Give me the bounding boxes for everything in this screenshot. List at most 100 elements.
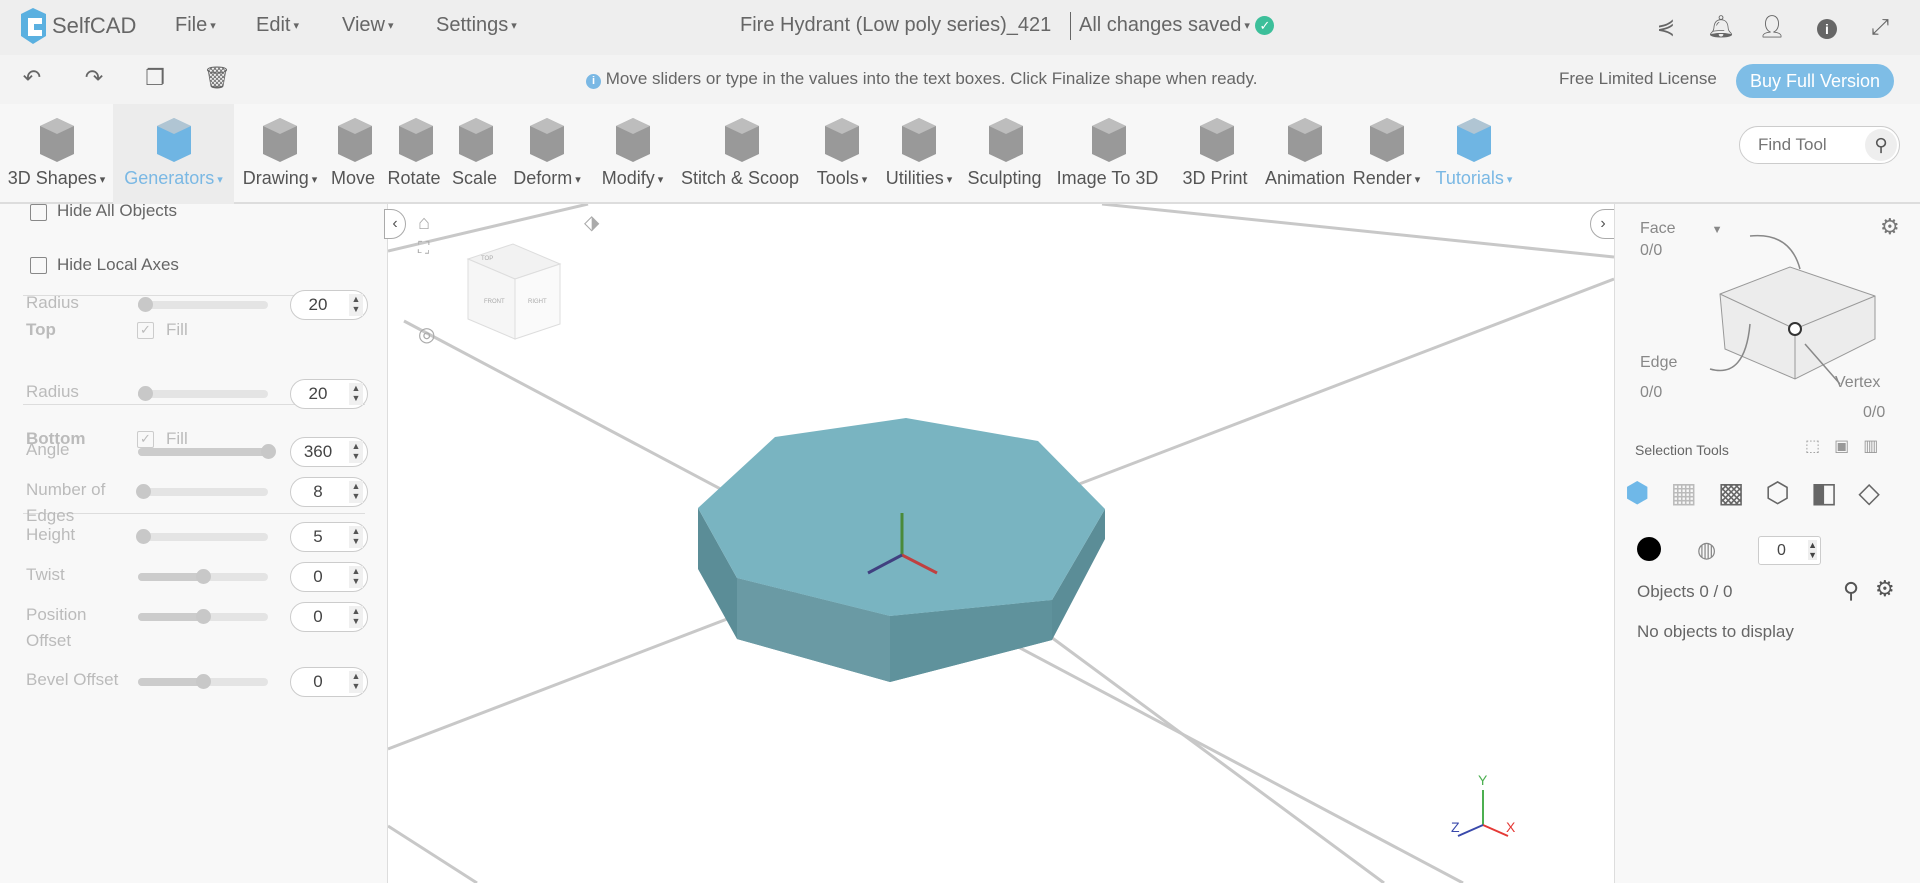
vertex-label[interactable]: Vertex bbox=[1835, 374, 1880, 392]
top-fill-checkbox[interactable]: ✓ bbox=[137, 322, 154, 339]
texture-sphere-icon[interactable]: ◍ bbox=[1697, 537, 1716, 563]
no-objects-message: No objects to display bbox=[1637, 622, 1794, 641]
face-count: 0/0 bbox=[1640, 242, 1663, 259]
param-slider[interactable] bbox=[136, 529, 268, 544]
edge-label[interactable]: Edge bbox=[1640, 354, 1677, 372]
home-view-icon[interactable]: ⌂ bbox=[418, 212, 430, 235]
param-input[interactable]: 0 ▲ ▼ bbox=[290, 562, 368, 592]
redo-icon[interactable]: ↷ bbox=[80, 65, 108, 93]
fit-view-icon[interactable]: ⛶ bbox=[418, 240, 429, 258]
param-slider[interactable] bbox=[137, 386, 268, 401]
slider-handle[interactable] bbox=[136, 529, 152, 544]
tool-sculpting[interactable]: Sculpting bbox=[962, 104, 1050, 204]
top-fill-label: Fill bbox=[166, 320, 188, 339]
select-half-cube-icon[interactable]: ◧ bbox=[1811, 476, 1837, 509]
menu-view[interactable]: View ▾ bbox=[342, 14, 394, 37]
menu-edit[interactable]: Edit ▾ bbox=[256, 14, 299, 37]
menu-settings[interactable]: Settings ▾ bbox=[436, 14, 517, 37]
slider-handle[interactable] bbox=[137, 297, 153, 312]
orbit-icon[interactable]: ◎ bbox=[418, 322, 435, 347]
fullscreen-icon[interactable]: ⤢ bbox=[1866, 14, 1894, 42]
search-objects-icon[interactable]: ⚲ bbox=[1843, 578, 1859, 604]
objects-settings-gear-icon[interactable]: ⚙ bbox=[1875, 576, 1895, 602]
param-value: 0 bbox=[313, 567, 323, 586]
selfcad-logo[interactable]: SelfCAD bbox=[18, 8, 136, 44]
select-plane-icon[interactable]: ◇ bbox=[1858, 476, 1880, 509]
param-input[interactable]: 5 ▲ ▼ bbox=[290, 522, 368, 552]
top-section-label: Top bbox=[26, 320, 56, 339]
copy-icon[interactable]: ❐ bbox=[141, 65, 169, 93]
tool-icon bbox=[1199, 118, 1234, 162]
slider-handle[interactable] bbox=[136, 484, 152, 499]
search-icon[interactable]: ⚲ bbox=[1865, 129, 1897, 161]
param-slider[interactable] bbox=[138, 569, 268, 584]
param-input[interactable]: 20 ▲ ▼ bbox=[290, 379, 368, 409]
tool-deform[interactable]: Deform ▾ bbox=[504, 104, 590, 204]
slider-handle[interactable] bbox=[261, 444, 276, 459]
find-tool-search[interactable]: ⚲ bbox=[1739, 126, 1900, 164]
delete-icon[interactable]: 🗑︎ bbox=[203, 65, 231, 93]
tool-rotate[interactable]: Rotate bbox=[383, 104, 448, 204]
tool-modify[interactable]: Modify ▾ bbox=[590, 104, 675, 204]
select-grid-icon[interactable]: ▦ bbox=[1670, 476, 1696, 509]
view-cube-right-label: RIGHT bbox=[528, 299, 547, 305]
hide-local-axes-checkbox[interactable] bbox=[30, 257, 47, 274]
edge-count: 0/0 bbox=[1640, 384, 1663, 401]
tool-3d-shapes[interactable]: 3D Shapes ▾ bbox=[0, 104, 113, 204]
selection-mode-icons[interactable]: ⬚▣▥ bbox=[1805, 436, 1892, 456]
tool-animation[interactable]: Animation bbox=[1265, 104, 1345, 204]
param-slider[interactable] bbox=[137, 297, 268, 312]
share-icon[interactable]: ⋞ bbox=[1652, 14, 1680, 42]
tool-label: Rotate bbox=[387, 168, 441, 188]
projection-icon[interactable]: ⬗ bbox=[584, 210, 599, 235]
tool-drawing[interactable]: Drawing ▾ bbox=[234, 104, 326, 204]
tool-image-to-3d[interactable]: Image To 3D bbox=[1050, 104, 1168, 204]
find-tool-input[interactable] bbox=[1758, 135, 1858, 155]
select-sphere-icon[interactable]: ⬡ bbox=[1765, 476, 1789, 509]
save-status[interactable]: All changes saved ▾ ✓ bbox=[1079, 14, 1275, 37]
param-slider[interactable] bbox=[136, 484, 268, 499]
tool-dropdown-caret: ▾ bbox=[657, 173, 664, 186]
param-slider[interactable] bbox=[138, 444, 276, 459]
tool-tools[interactable]: Tools ▾ bbox=[808, 104, 876, 204]
param-input[interactable]: 0 ▲ ▼ bbox=[290, 667, 368, 697]
select-solid-grid-icon[interactable]: ▩ bbox=[1718, 476, 1744, 509]
param-value: 360 bbox=[303, 442, 333, 461]
info-icon[interactable]: i bbox=[1813, 14, 1841, 42]
param-input[interactable]: 8 ▲ ▼ bbox=[290, 477, 368, 507]
tool-3d-print[interactable]: 3D Print bbox=[1168, 104, 1265, 204]
menu-edit-label: Edit bbox=[256, 14, 291, 36]
param-input[interactable]: 20 ▲ ▼ bbox=[290, 290, 368, 320]
tool-label: Drawing bbox=[242, 168, 309, 188]
tool-scale[interactable]: Scale bbox=[448, 104, 504, 204]
slider-handle[interactable] bbox=[196, 674, 211, 689]
3d-viewport[interactable]: Y X Z TOP FRONT RIGHT ‹ › ⌂ ⛶ ◎ ⬗ bbox=[384, 204, 1616, 883]
tool-utilities[interactable]: Utilities ▾ bbox=[876, 104, 962, 204]
tool-label: Sculpting bbox=[967, 168, 1042, 188]
param-slider[interactable] bbox=[138, 674, 268, 689]
menu-file[interactable]: File ▾ bbox=[175, 14, 216, 37]
objects-count-label: Objects 0 / 0 bbox=[1637, 582, 1733, 601]
user-icon[interactable]: 👤︎ bbox=[1758, 14, 1786, 42]
color-swatch-black[interactable] bbox=[1637, 537, 1661, 561]
param-slider[interactable] bbox=[138, 609, 268, 624]
tool-render[interactable]: Render ▾ bbox=[1345, 104, 1428, 204]
slider-handle[interactable] bbox=[137, 386, 153, 401]
select-object-icon[interactable]: ⬢ bbox=[1625, 476, 1649, 509]
collapse-right-panel-button[interactable]: › bbox=[1590, 209, 1616, 239]
slider-handle[interactable] bbox=[196, 569, 211, 584]
hide-all-objects-checkbox[interactable] bbox=[30, 204, 47, 221]
document-title[interactable]: Fire Hydrant (Low poly series)_421 bbox=[740, 14, 1051, 37]
tool-move[interactable]: Move bbox=[326, 104, 383, 204]
tool-stitch-scoop[interactable]: Stitch & Scoop bbox=[675, 104, 808, 204]
notification-bell-icon[interactable]: 🔔︎ bbox=[1707, 14, 1735, 42]
param-input[interactable]: 360 ▲ ▼ bbox=[290, 437, 368, 467]
tool-tutorials[interactable]: Tutorials ▾ bbox=[1428, 104, 1520, 204]
value-stepper[interactable]: 0 ▲ ▼ bbox=[1758, 536, 1821, 565]
undo-icon[interactable]: ↶ bbox=[18, 65, 46, 93]
param-input[interactable]: 0 ▲ ▼ bbox=[290, 602, 368, 632]
bottom-fill-checkbox[interactable]: ✓ bbox=[137, 431, 154, 448]
buy-full-version-button[interactable]: Buy Full Version bbox=[1736, 64, 1894, 98]
slider-handle[interactable] bbox=[196, 609, 211, 624]
tool-generators[interactable]: Generators ▾ bbox=[113, 104, 234, 204]
